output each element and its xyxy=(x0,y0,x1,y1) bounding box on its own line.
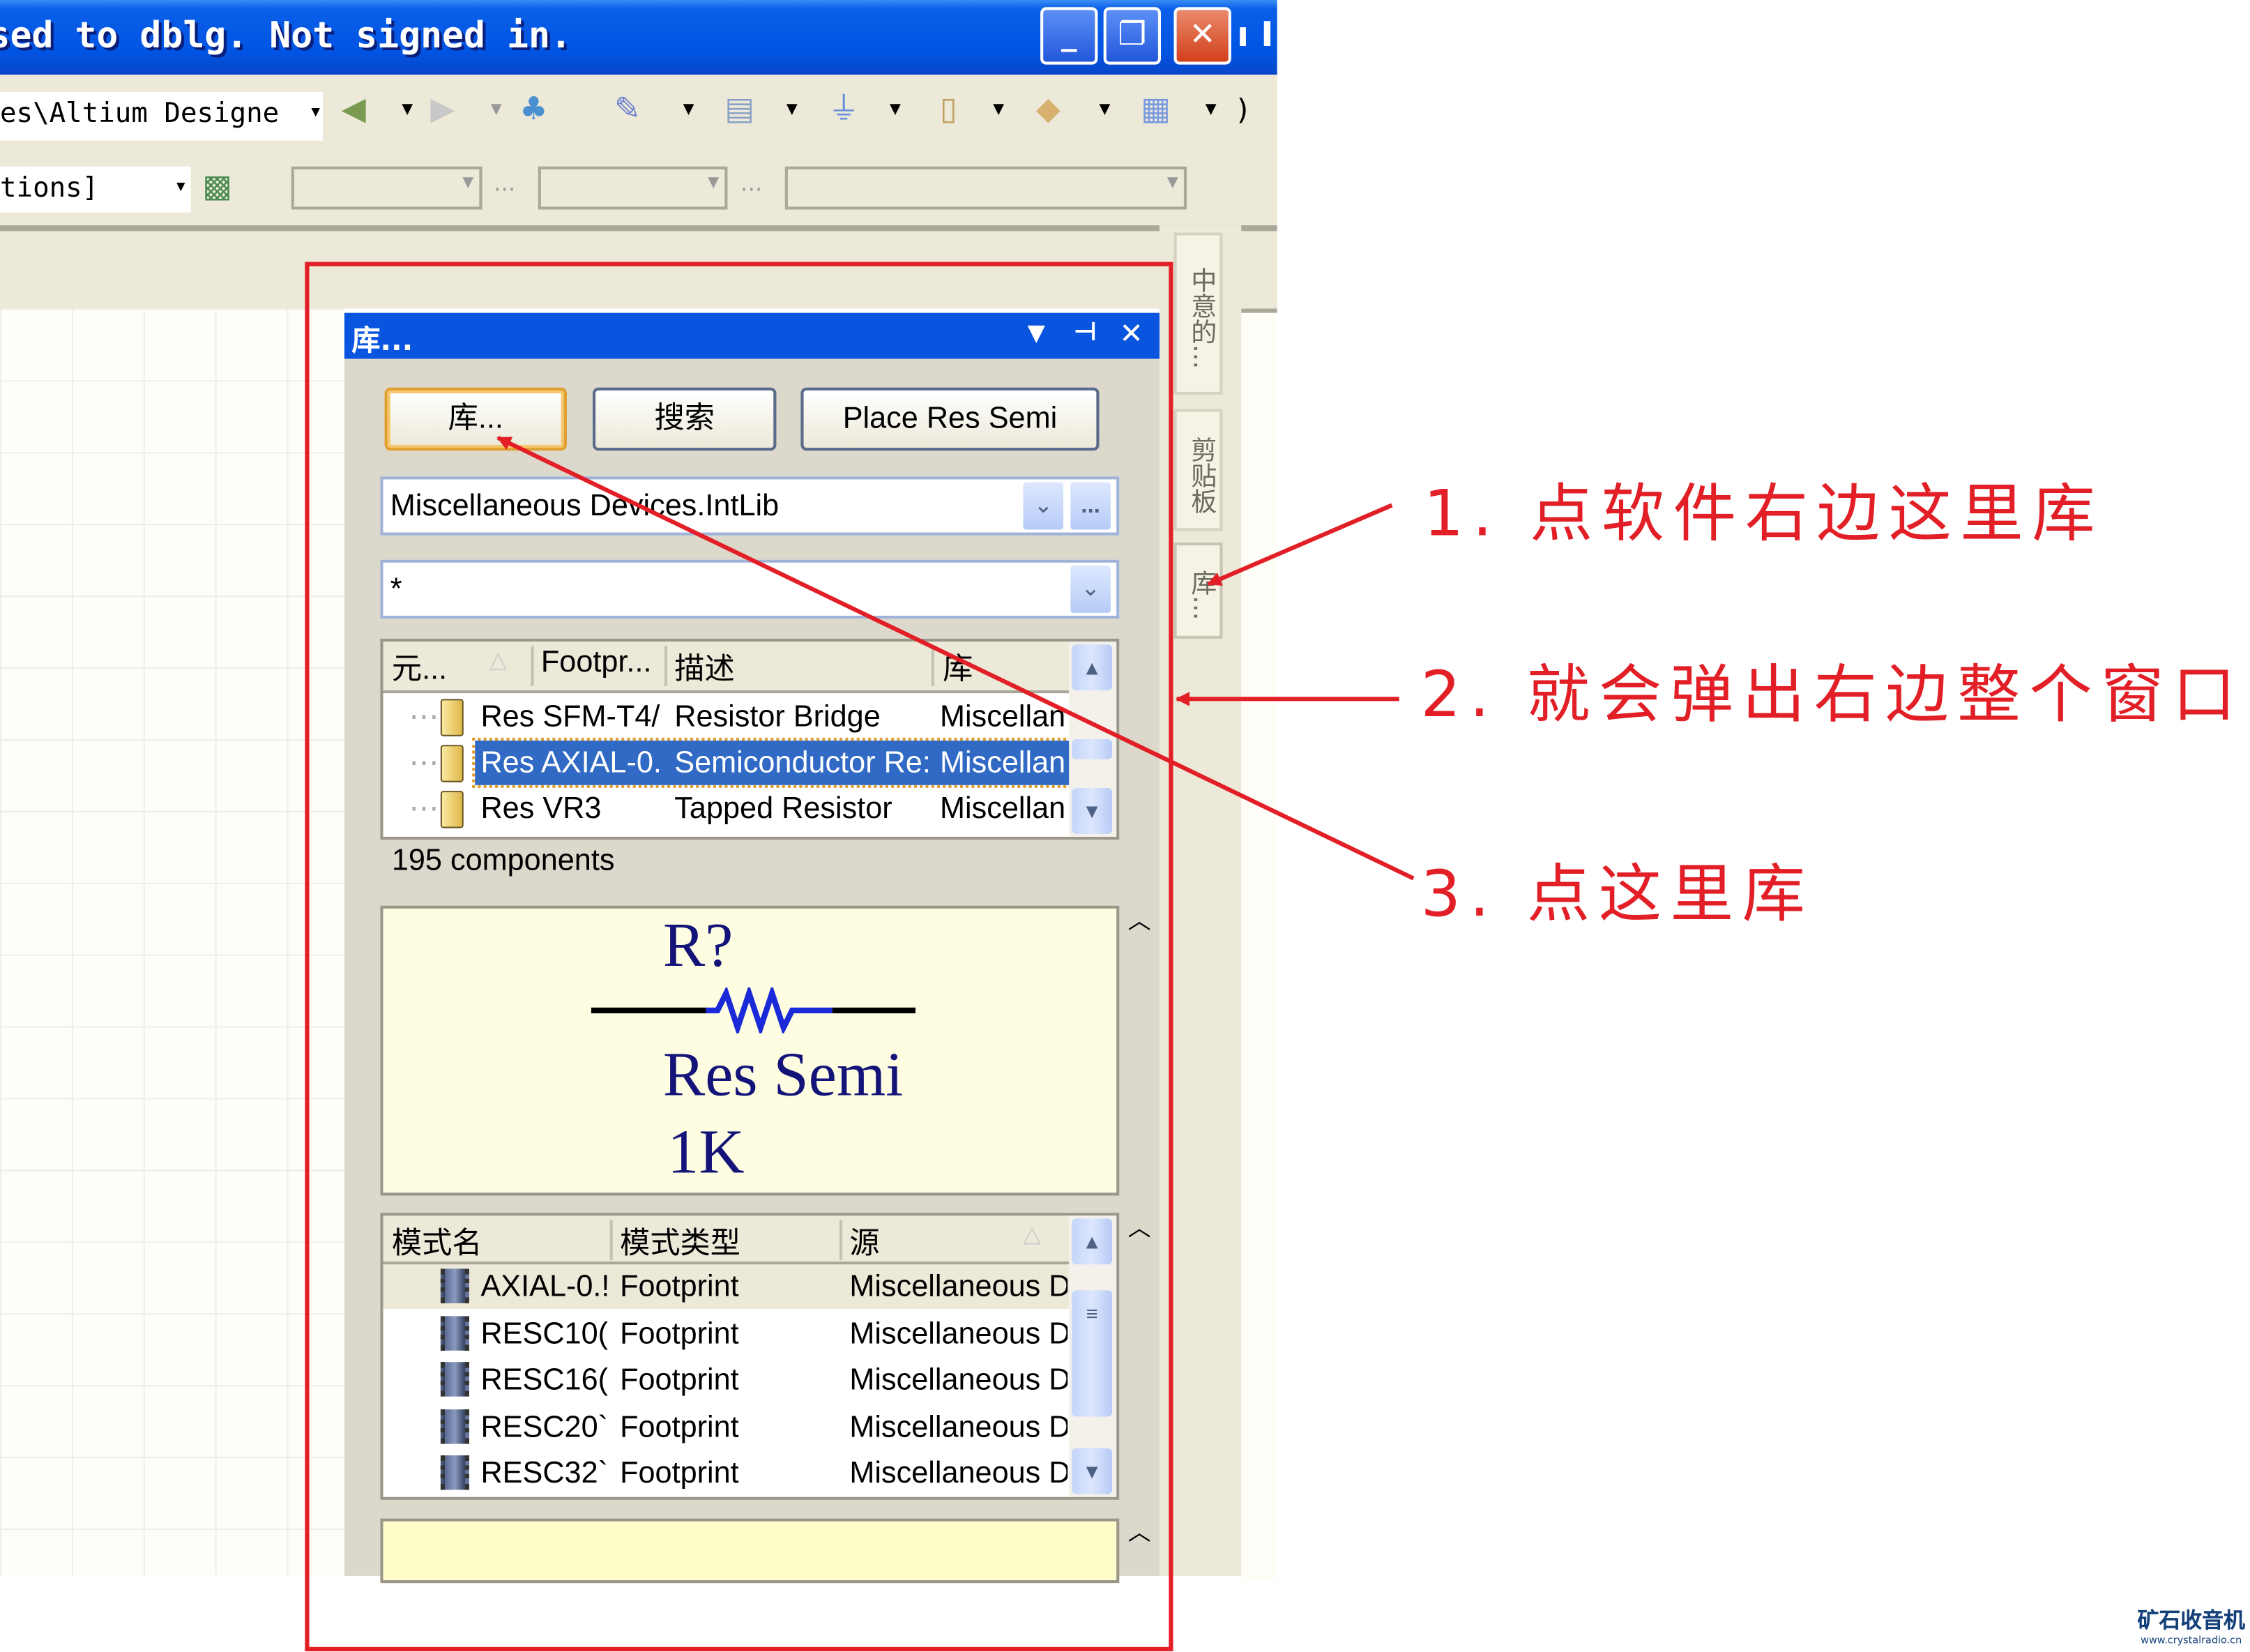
annotation-overlay xyxy=(305,262,1415,1651)
annotation-1: 1. 点软件右边这里库 xyxy=(1423,478,2104,552)
arrow-3 xyxy=(496,435,1415,881)
highlight-box xyxy=(305,262,1173,1651)
watermark-url: www.crystalradio.cn xyxy=(2141,1635,2242,1646)
watermark-name: 矿石收音机 xyxy=(2137,1607,2245,1634)
annotation-3: 3. 点这里库 xyxy=(1420,858,1814,932)
watermark-logo: 矿石收音机 www.crystalradio.cn xyxy=(2134,1605,2249,1646)
arrow-1 xyxy=(1207,503,1393,586)
annotation-2: 2. 就会弹出右边整个窗口 xyxy=(1420,658,2244,732)
